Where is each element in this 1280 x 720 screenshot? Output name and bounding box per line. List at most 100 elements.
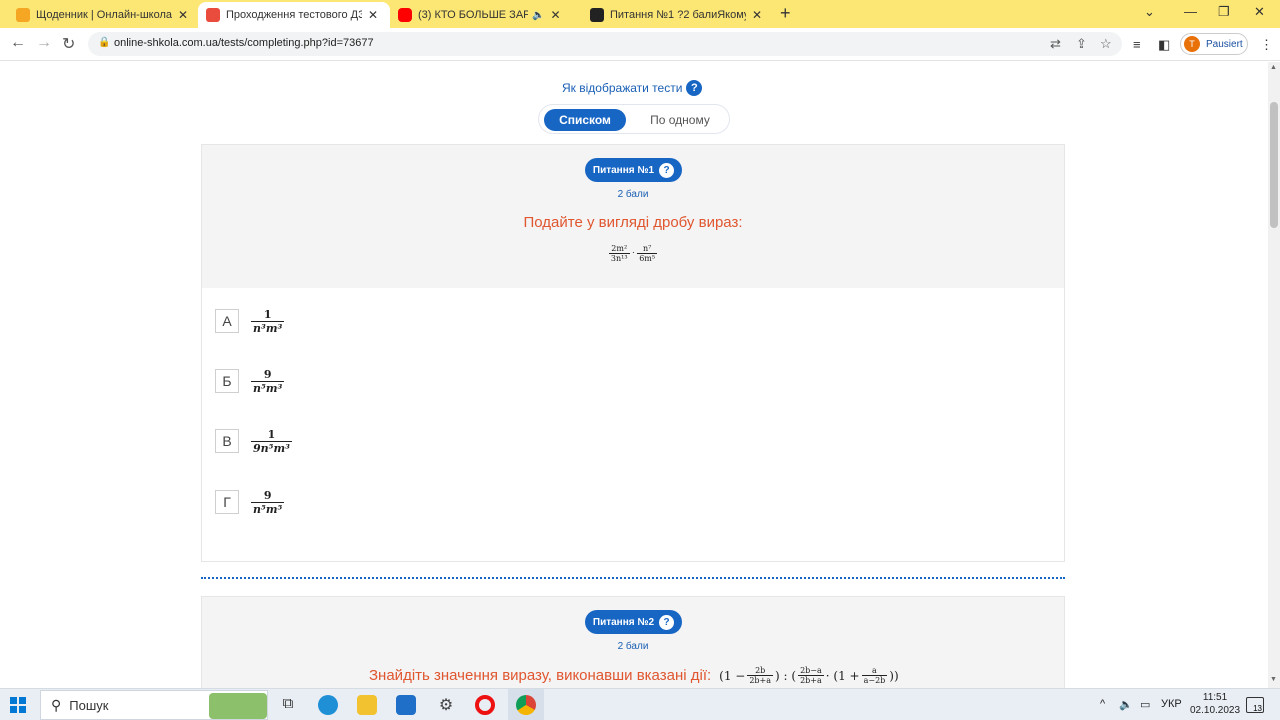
option-denominator: n⁵m⁵ <box>253 502 283 516</box>
expr-numerator: n⁷ <box>637 244 658 254</box>
tab-title: Питання №1 ?2 балиЯкому з н <box>610 9 746 21</box>
share-icon[interactable]: ⇪ <box>1076 36 1087 52</box>
window-close-icon[interactable]: ✕ <box>1254 4 1265 20</box>
view-mode-link[interactable]: Як відображати тести ? <box>562 80 703 96</box>
settings-gear-icon[interactable]: ⚙ <box>436 695 456 715</box>
taskbar: ⚲ Пошук ⧉ ⚙ ^ 🔈 ▭ УКР 11:51 02.10.2023 1… <box>0 688 1280 720</box>
close-icon[interactable]: ✕ <box>368 8 378 22</box>
address-row: ← → ↻ 🔒 online-shkola.com.ua/tests/compl… <box>0 28 1280 61</box>
answer-option-b[interactable]: Б 9 n⁵m³ <box>215 368 285 395</box>
question-expression: (1 − 2b 2b+a ) : ( 2b−a 2b+a · (1 + a a−2b … <box>719 666 899 685</box>
tab-question[interactable]: Питання №1 ?2 балиЯкому з н ✕ <box>582 2 774 28</box>
single-mode-button[interactable]: По одному <box>639 109 721 131</box>
expr-numerator: 2b−a <box>798 666 824 676</box>
tray-chevron-icon[interactable]: ^ <box>1100 698 1105 710</box>
minimize-icon[interactable]: — <box>1184 4 1197 19</box>
expr-numerator: 2m² <box>608 244 630 254</box>
question-badge: Питання №2 ? <box>585 610 682 634</box>
expr-part: · (1 + <box>825 668 860 683</box>
chevron-down-icon[interactable]: ⌄ <box>1144 4 1155 20</box>
address-bar[interactable]: 🔒 online-shkola.com.ua/tests/completing.… <box>88 32 1122 56</box>
task-view-icon[interactable]: ⧉ <box>278 695 298 715</box>
edge-icon[interactable] <box>318 695 338 715</box>
close-icon[interactable]: ✕ <box>752 8 762 22</box>
close-icon[interactable]: ✕ <box>550 8 560 22</box>
answer-option-a[interactable]: А 1 n³m³ <box>215 308 285 335</box>
file-explorer-icon[interactable] <box>357 695 377 715</box>
help-icon[interactable]: ? <box>659 614 675 630</box>
question-2-text-row: Знайдіть значення виразу, виконавши вказ… <box>369 666 899 685</box>
expr-denominator: 3n¹³ <box>610 254 628 263</box>
expr-part: ) : ( <box>775 668 797 683</box>
url-text[interactable]: online-shkola.com.ua/tests/completing.ph… <box>114 37 374 49</box>
network-icon[interactable]: ▭ <box>1140 698 1150 711</box>
option-denominator: n³m³ <box>253 321 283 335</box>
option-letter[interactable]: В <box>215 429 239 453</box>
test-icon <box>206 8 220 22</box>
volume-icon[interactable]: 🔈 <box>1119 698 1133 711</box>
bookmark-star-icon[interactable]: ☆ <box>1100 36 1112 52</box>
reading-list-icon[interactable]: ≡ <box>1133 37 1141 52</box>
page-scrollbar[interactable]: ▲ ▼ <box>1268 62 1280 688</box>
question-expression: 2m² 3n¹³ · n⁷ 6m⁵ <box>202 244 1064 263</box>
question-divider <box>201 577 1065 579</box>
reload-icon[interactable]: ↻ <box>62 34 75 54</box>
scroll-thumb[interactable] <box>1270 102 1278 228</box>
tab-title: Проходження тестового ДЗ - О <box>226 9 362 21</box>
question-number: Питання №1 <box>592 164 655 176</box>
page-icon <box>590 8 604 22</box>
translate-icon[interactable]: ⇄ <box>1050 36 1061 52</box>
option-letter[interactable]: Г <box>215 490 239 514</box>
option-letter[interactable]: Б <box>215 369 239 393</box>
option-numerator: 1 <box>251 308 285 322</box>
search-icon: ⚲ <box>51 696 62 713</box>
option-numerator: 9 <box>251 368 285 382</box>
mail-icon[interactable] <box>396 695 416 715</box>
tab-test[interactable]: Проходження тестового ДЗ - О ✕ <box>198 2 390 28</box>
clock-time: 11:51 <box>1202 692 1228 703</box>
language-indicator[interactable]: УКР <box>1161 698 1182 710</box>
question-text: Знайдіть значення виразу, виконавши вказ… <box>369 667 712 684</box>
close-icon[interactable]: ✕ <box>178 8 188 22</box>
new-tab-icon[interactable]: + <box>780 3 791 24</box>
expr-numerator: a <box>861 666 888 676</box>
profile-button[interactable]: T Pausiert <box>1180 33 1248 55</box>
expr-denominator: a−2b <box>863 676 886 685</box>
question-header: Питання №1 ? 2 бали Подайте у вигляді др… <box>202 145 1064 288</box>
opera-icon[interactable] <box>475 695 495 715</box>
answer-option-g[interactable]: Г 9 n⁵m⁵ <box>215 489 285 516</box>
avatar: T <box>1184 36 1200 52</box>
option-letter[interactable]: А <box>215 309 239 333</box>
menu-icon[interactable]: ⋮ <box>1260 37 1273 53</box>
list-mode-button[interactable]: Списком <box>544 109 626 131</box>
lock-icon: 🔒 <box>98 37 111 48</box>
scroll-down-icon[interactable]: ▼ <box>1270 676 1277 683</box>
chrome-icon <box>516 695 536 715</box>
side-panel-icon[interactable]: ◧ <box>1158 37 1170 53</box>
help-icon[interactable]: ? <box>686 80 703 96</box>
taskbar-search[interactable]: ⚲ Пошук <box>40 690 268 720</box>
help-icon[interactable]: ? <box>659 162 675 178</box>
windows-start-icon[interactable] <box>10 697 26 713</box>
expr-part: (1 − <box>719 668 746 683</box>
speaker-icon[interactable]: 🔈 <box>532 10 544 21</box>
option-numerator: 1 <box>251 428 292 442</box>
school-icon <box>16 8 30 22</box>
chrome-taskbar-button[interactable] <box>508 689 544 720</box>
forward-icon[interactable]: → <box>36 34 52 52</box>
notification-icon[interactable]: 13 <box>1246 697 1264 713</box>
scroll-up-icon[interactable]: ▲ <box>1270 64 1277 71</box>
expr-denominator: 2b+a <box>800 676 822 685</box>
restore-icon[interactable]: ❐ <box>1218 4 1230 20</box>
view-mode-label[interactable]: Як відображати тести <box>562 81 682 95</box>
tab-diary[interactable]: Щоденник | Онлайн-школа «А ✕ <box>8 2 198 28</box>
expr-part: )) <box>889 668 899 683</box>
expr-dot: · <box>632 248 635 258</box>
answer-option-v[interactable]: В 1 9n⁵m³ <box>215 428 292 455</box>
expr-denominator: 2b+a <box>749 676 772 685</box>
clock[interactable]: 11:51 02.10.2023 <box>1190 691 1240 717</box>
tab-strip: Щоденник | Онлайн-школа «А ✕ Проходження… <box>0 0 1280 28</box>
back-icon[interactable]: ← <box>10 34 26 52</box>
tab-youtube[interactable]: (3) КТО БОЛЬШЕ ЗАРАБОТ 🔈 ✕ <box>390 2 582 28</box>
option-numerator: 9 <box>251 489 285 503</box>
